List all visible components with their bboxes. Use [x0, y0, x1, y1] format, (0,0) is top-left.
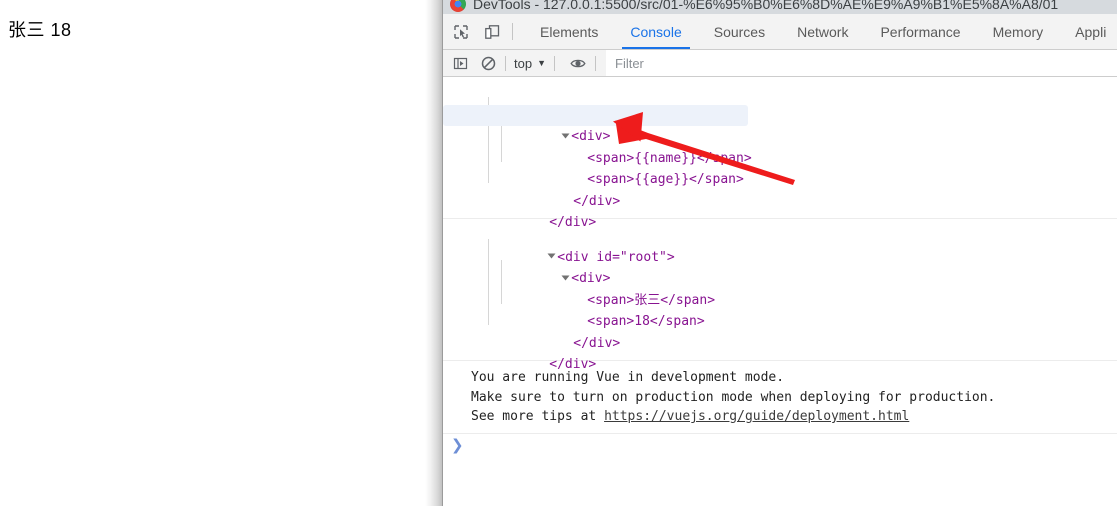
tab-network[interactable]: Network — [781, 14, 864, 49]
dom-line[interactable]: </div> — [443, 333, 1117, 372]
tab-elements[interactable]: Elements — [524, 14, 614, 49]
console-prompt-row[interactable]: ❯ — [443, 434, 1117, 456]
devtools-panel-shadow — [425, 0, 443, 506]
chevron-down-icon: ▼ — [537, 58, 546, 68]
toolbar-divider — [512, 23, 513, 40]
console-toolbar-divider-3 — [595, 55, 596, 71]
dom-line[interactable]: <span>{{age}}</span> — [443, 148, 1117, 187]
dom-line[interactable]: <div id="root"> — [443, 225, 1117, 265]
page-rendered-text: 张三 18 — [8, 20, 72, 40]
chrome-logo-icon — [450, 0, 466, 12]
console-message-dom-tree-template[interactable]: <div id="root"> <div> <span>{{name}}</sp… — [443, 77, 1117, 230]
console-message-dom-tree-rendered[interactable]: <div id="root"> <div> <span>张三</span> <s… — [443, 219, 1117, 372]
devtools-tabbar: Elements Console Sources Network Perform… — [443, 14, 1117, 50]
console-toolbar-divider-1 — [505, 55, 506, 71]
dom-line-highlighted[interactable]: <div> — [443, 104, 748, 144]
devtools-title-text: DevTools - 127.0.0.1:5500/src/01-%E6%95%… — [473, 0, 1059, 12]
devtools-tab-list: Elements Console Sources Network Perform… — [524, 14, 1117, 49]
tab-performance[interactable]: Performance — [864, 14, 976, 49]
clear-console-icon[interactable] — [477, 52, 499, 74]
console-filter-placeholder: Filter — [615, 55, 644, 71]
device-toolbar-icon[interactable] — [479, 19, 505, 45]
vue-warning-text: You are running Vue in development mode.… — [443, 361, 1117, 433]
console-message-list[interactable]: <div id="root"> <div> <span>{{name}}</sp… — [443, 77, 1117, 506]
execution-context-selector[interactable]: top ▼ — [512, 56, 548, 71]
console-message-vue-warning[interactable]: You are running Vue in development mode.… — [443, 361, 1117, 433]
dom-line[interactable]: <div id="root"> — [443, 83, 1117, 123]
vue-warning-line-2: Make sure to turn on production mode whe… — [471, 389, 996, 405]
inspect-element-icon[interactable] — [448, 19, 474, 45]
console-filter-input[interactable]: Filter — [606, 50, 1117, 76]
dom-line[interactable]: <span>{{name}}</span> — [443, 126, 1117, 166]
console-toolbar-divider-2 — [554, 55, 555, 71]
dom-line[interactable]: <span>张三</span> — [443, 268, 1117, 308]
vue-warning-line-3-prefix: See more tips at — [471, 409, 605, 424]
tab-memory[interactable]: Memory — [977, 14, 1060, 49]
tab-console[interactable]: Console — [614, 14, 697, 49]
dom-line[interactable]: </div> — [443, 311, 1117, 351]
vue-warning-line-1: You are running Vue in development mode. — [471, 370, 785, 385]
devtools-titlebar[interactable]: DevTools - 127.0.0.1:5500/src/01-%E6%95%… — [443, 0, 1117, 14]
console-toolbar: top ▼ Filter — [443, 50, 1117, 77]
dom-line[interactable]: <span>18</span> — [443, 290, 1117, 329]
dom-line[interactable]: </div> — [443, 169, 1117, 209]
console-sidebar-icon[interactable] — [449, 52, 471, 74]
live-expression-eye-icon[interactable] — [567, 52, 589, 74]
dom-tree-1: <div id="root"> <div> <span>{{name}}</sp… — [443, 77, 1117, 230]
dom-tree-2: <div id="root"> <div> <span>张三</span> <s… — [443, 219, 1117, 372]
vue-deployment-link[interactable]: https://vuejs.org/guide/deployment.html — [604, 409, 909, 424]
devtools-window: DevTools - 127.0.0.1:5500/src/01-%E6%95%… — [443, 0, 1117, 506]
browser-page-viewport: 张三 18 — [0, 0, 425, 506]
execution-context-label: top — [514, 55, 533, 71]
console-prompt-caret-icon: ❯ — [451, 435, 464, 454]
tab-sources[interactable]: Sources — [698, 14, 781, 49]
dom-line[interactable]: <div> — [443, 247, 1117, 286]
tab-application[interactable]: Appli — [1059, 14, 1117, 49]
dom-line[interactable]: </div> — [443, 191, 1117, 230]
